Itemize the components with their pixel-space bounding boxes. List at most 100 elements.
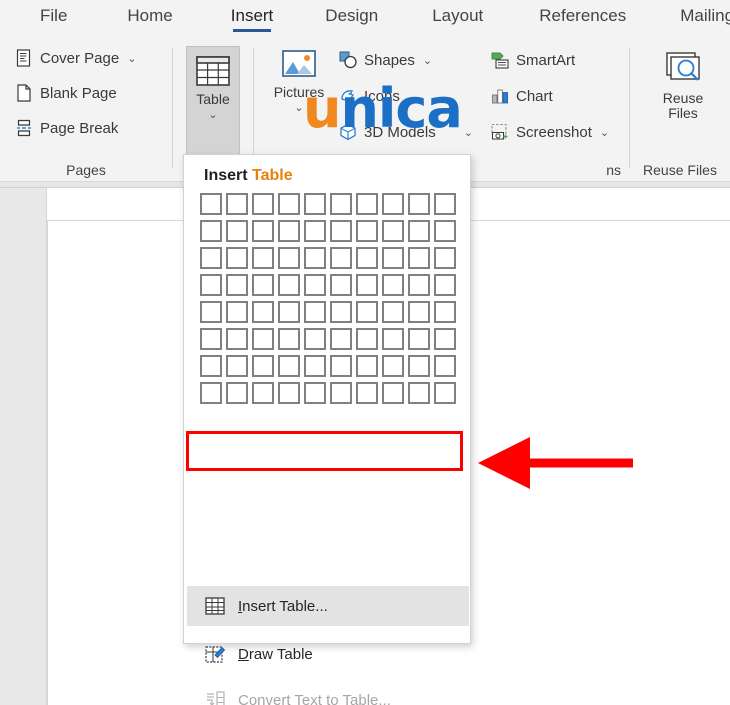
grid-cell[interactable] bbox=[200, 274, 222, 296]
grid-cell[interactable] bbox=[434, 355, 456, 377]
grid-cell[interactable] bbox=[278, 355, 300, 377]
tab-home[interactable]: Home bbox=[117, 0, 182, 26]
menu-item-insert-table[interactable]: Insert Table... bbox=[187, 586, 469, 626]
menu-item-convert-text-to-table: Convert Text to Table... bbox=[187, 680, 469, 705]
document-gutter bbox=[0, 188, 47, 705]
tab-references[interactable]: References bbox=[529, 0, 636, 26]
insert-table-dropdown-menu: Insert Table Insert Table... Draw Table … bbox=[183, 154, 471, 705]
tab-insert-label: Insert bbox=[230, 6, 274, 25]
grid-cell[interactable] bbox=[226, 274, 248, 296]
grid-cell[interactable] bbox=[330, 274, 352, 296]
grid-cell[interactable] bbox=[434, 247, 456, 269]
grid-cell[interactable] bbox=[278, 220, 300, 242]
grid-cell[interactable] bbox=[408, 274, 430, 296]
grid-cell[interactable] bbox=[304, 328, 326, 350]
grid-cell[interactable] bbox=[278, 247, 300, 269]
grid-cell[interactable] bbox=[330, 220, 352, 242]
grid-cell[interactable] bbox=[200, 220, 222, 242]
grid-cell[interactable] bbox=[356, 220, 378, 242]
grid-cell[interactable] bbox=[226, 382, 248, 404]
tab-insert[interactable]: Insert bbox=[221, 0, 284, 32]
grid-cell[interactable] bbox=[434, 274, 456, 296]
grid-cell[interactable] bbox=[408, 220, 430, 242]
grid-cell[interactable] bbox=[226, 301, 248, 323]
table-size-picker-grid[interactable] bbox=[200, 193, 460, 409]
grid-cell[interactable] bbox=[278, 301, 300, 323]
grid-cell[interactable] bbox=[200, 247, 222, 269]
grid-cell[interactable] bbox=[434, 382, 456, 404]
grid-cell[interactable] bbox=[408, 247, 430, 269]
grid-cell[interactable] bbox=[408, 301, 430, 323]
grid-cell[interactable] bbox=[330, 193, 352, 215]
grid-cell[interactable] bbox=[408, 382, 430, 404]
grid-cell[interactable] bbox=[330, 247, 352, 269]
grid-cell[interactable] bbox=[252, 247, 274, 269]
grid-cell[interactable] bbox=[226, 247, 248, 269]
grid-cell[interactable] bbox=[252, 274, 274, 296]
grid-cell[interactable] bbox=[252, 301, 274, 323]
grid-cell[interactable] bbox=[252, 193, 274, 215]
tab-mailings[interactable]: Mailings bbox=[670, 0, 730, 26]
grid-cell[interactable] bbox=[408, 328, 430, 350]
grid-cell[interactable] bbox=[304, 247, 326, 269]
grid-cell[interactable] bbox=[356, 355, 378, 377]
grid-cell[interactable] bbox=[226, 193, 248, 215]
grid-cell[interactable] bbox=[434, 301, 456, 323]
grid-cell[interactable] bbox=[200, 193, 222, 215]
grid-cell[interactable] bbox=[382, 247, 404, 269]
grid-cell[interactable] bbox=[252, 355, 274, 377]
tab-design[interactable]: Design bbox=[315, 0, 388, 26]
grid-cell[interactable] bbox=[356, 301, 378, 323]
grid-cell[interactable] bbox=[382, 220, 404, 242]
grid-cell[interactable] bbox=[434, 328, 456, 350]
grid-cell[interactable] bbox=[278, 382, 300, 404]
grid-cell[interactable] bbox=[278, 193, 300, 215]
grid-cell[interactable] bbox=[382, 274, 404, 296]
tab-insert-active-underline bbox=[232, 29, 272, 32]
grid-cell[interactable] bbox=[252, 328, 274, 350]
grid-cell[interactable] bbox=[252, 382, 274, 404]
grid-cell[interactable] bbox=[434, 220, 456, 242]
grid-cell[interactable] bbox=[226, 220, 248, 242]
tab-layout[interactable]: Layout bbox=[422, 0, 493, 26]
grid-cell[interactable] bbox=[200, 301, 222, 323]
menu-item-draw-table[interactable]: Draw Table bbox=[187, 634, 469, 674]
grid-cell[interactable] bbox=[252, 220, 274, 242]
grid-cell[interactable] bbox=[356, 274, 378, 296]
unica-logo-nica: nica bbox=[340, 77, 462, 140]
tab-references-label: References bbox=[539, 6, 627, 25]
grid-cell[interactable] bbox=[304, 301, 326, 323]
grid-cell[interactable] bbox=[200, 382, 222, 404]
grid-cell[interactable] bbox=[356, 247, 378, 269]
grid-cell[interactable] bbox=[408, 193, 430, 215]
group-label-pages: Pages bbox=[66, 162, 106, 178]
grid-cell[interactable] bbox=[200, 355, 222, 377]
grid-cell[interactable] bbox=[226, 328, 248, 350]
grid-cell[interactable] bbox=[330, 328, 352, 350]
grid-cell[interactable] bbox=[356, 382, 378, 404]
grid-cell[interactable] bbox=[330, 301, 352, 323]
grid-cell[interactable] bbox=[304, 382, 326, 404]
grid-cell[interactable] bbox=[278, 328, 300, 350]
grid-cell[interactable] bbox=[226, 355, 248, 377]
tab-file-label: File bbox=[40, 6, 68, 25]
grid-cell[interactable] bbox=[304, 193, 326, 215]
menu-title-suffix: Table bbox=[252, 167, 293, 184]
grid-cell[interactable] bbox=[434, 193, 456, 215]
grid-cell[interactable] bbox=[382, 328, 404, 350]
grid-cell[interactable] bbox=[330, 382, 352, 404]
grid-cell[interactable] bbox=[382, 355, 404, 377]
grid-cell[interactable] bbox=[356, 193, 378, 215]
grid-cell[interactable] bbox=[304, 220, 326, 242]
tab-file[interactable]: File bbox=[30, 0, 77, 26]
grid-cell[interactable] bbox=[330, 355, 352, 377]
grid-cell[interactable] bbox=[278, 274, 300, 296]
grid-cell[interactable] bbox=[356, 328, 378, 350]
grid-cell[interactable] bbox=[200, 328, 222, 350]
grid-cell[interactable] bbox=[304, 355, 326, 377]
grid-cell[interactable] bbox=[304, 274, 326, 296]
grid-cell[interactable] bbox=[382, 193, 404, 215]
grid-cell[interactable] bbox=[382, 301, 404, 323]
grid-cell[interactable] bbox=[408, 355, 430, 377]
grid-cell[interactable] bbox=[382, 382, 404, 404]
